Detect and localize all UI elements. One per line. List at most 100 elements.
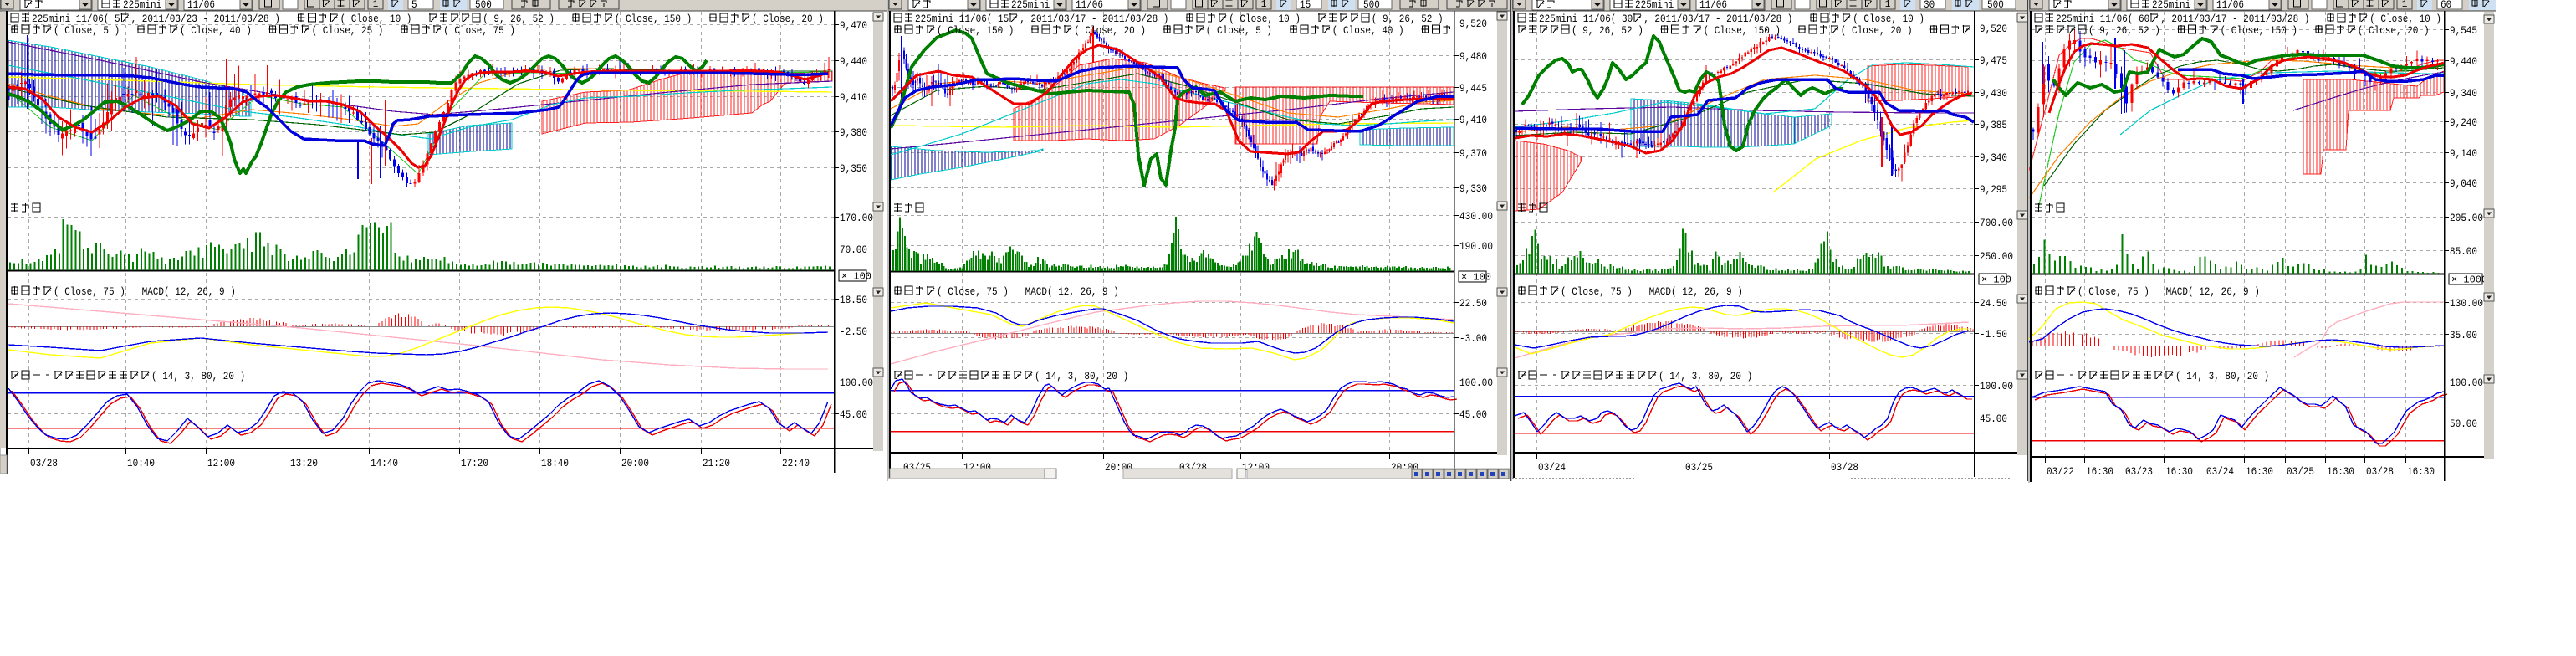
svg-text:( Close, 40 ): ( Close, 40 ) <box>180 24 268 37</box>
svg-text:( Close, 150 ): ( Close, 150 ) <box>937 24 1030 37</box>
svg-text:9,440: 9,440 <box>840 55 867 68</box>
svg-text:225mini 11/06( 15: 225mini 11/06( 15 <box>915 13 1009 25</box>
svg-text:03/22: 03/22 <box>2047 465 2074 478</box>
svg-text:9,475: 9,475 <box>1980 54 2007 67</box>
svg-text:700.00: 700.00 <box>1980 217 2013 229</box>
svg-text:5: 5 <box>411 0 417 11</box>
svg-text:9,340: 9,340 <box>2450 87 2477 100</box>
svg-text:( Close, 25 ): ( Close, 25 ) <box>312 24 401 37</box>
svg-text:24.50: 24.50 <box>1980 297 2007 310</box>
svg-text:170.00: 170.00 <box>840 212 873 224</box>
svg-text:18:40: 18:40 <box>541 457 569 469</box>
svg-text:9,380: 9,380 <box>840 126 867 139</box>
svg-text:( 14, 3, 80, 20 ): ( 14, 3, 80, 20 ) <box>1659 370 1752 382</box>
svg-text:9,520: 9,520 <box>1459 18 1487 30</box>
svg-text:( Close, 75 ) MACD( 12, 26,: ( Close, 75 ) MACD( 12, 26, 9 ) <box>1561 285 1743 298</box>
svg-text:11/06: 11/06 <box>187 0 215 11</box>
svg-text:9,140: 9,140 <box>2450 147 2477 160</box>
svg-text:( Close, 75 ) MACD( 12, 26,: ( Close, 75 ) MACD( 12, 26, 9 ) <box>2078 285 2260 298</box>
svg-text:9,470: 9,470 <box>840 19 867 32</box>
svg-text:, 2011/03/17 - 2011/03/28 ): , 2011/03/17 - 2011/03/28 ) <box>1643 13 1809 25</box>
svg-text:18.50: 18.50 <box>840 294 867 306</box>
svg-text:9,445: 9,445 <box>1459 82 1487 95</box>
svg-text:225mini 11/06( 30: 225mini 11/06( 30 <box>1539 13 1633 25</box>
svg-text:03/25: 03/25 <box>2287 465 2314 478</box>
svg-text:-3.00: -3.00 <box>1459 332 1487 345</box>
svg-text:100.00: 100.00 <box>840 377 873 389</box>
svg-text:( Close, 20 ): ( Close, 20 ) <box>2358 24 2446 37</box>
svg-text:( Close, 20 ): ( Close, 20 ) <box>1074 24 1163 37</box>
svg-text:03/28: 03/28 <box>2366 465 2394 478</box>
svg-text:( 9, 26, 52 ): ( 9, 26, 52 ) <box>483 13 571 25</box>
svg-text:45.00: 45.00 <box>840 408 867 421</box>
svg-text:225mini: 225mini <box>2152 0 2190 11</box>
svg-text:225mini 11/06( 5: 225mini 11/06( 5 <box>32 13 120 25</box>
svg-text:( Close, 10 ): ( Close, 10 ) <box>1229 13 1317 25</box>
svg-text:16:30: 16:30 <box>2246 465 2273 478</box>
svg-text:( Close, 150 ): ( Close, 150 ) <box>2221 24 2314 37</box>
svg-text:16:30: 16:30 <box>2327 465 2354 478</box>
svg-text:9,410: 9,410 <box>1459 114 1487 126</box>
svg-text:60: 60 <box>2441 0 2451 11</box>
svg-text:( Close, 5 ): ( Close, 5 ) <box>54 24 136 37</box>
svg-text:430.00: 430.00 <box>1459 210 1493 223</box>
svg-text:× 100: × 100 <box>1461 272 1491 284</box>
svg-text:35.00: 35.00 <box>2450 329 2477 341</box>
svg-text:( Close, 5 ): ( Close, 5 ) <box>1206 24 1289 37</box>
svg-text:( 14, 3, 80, 20 ): ( 14, 3, 80, 20 ) <box>151 370 245 382</box>
svg-text:11/06: 11/06 <box>1076 0 1103 11</box>
svg-text:12:00: 12:00 <box>207 457 235 469</box>
svg-text:1: 1 <box>1261 0 1267 10</box>
svg-text:( Close, 20 ): ( Close, 20 ) <box>1841 24 1929 37</box>
svg-text:190.00: 190.00 <box>1459 240 1493 253</box>
svg-text:21:20: 21:20 <box>703 457 730 469</box>
svg-text:× 100: × 100 <box>841 271 871 283</box>
svg-text:1: 1 <box>373 0 379 10</box>
svg-text:( 9, 26, 52 ): ( 9, 26, 52 ) <box>1372 13 1444 25</box>
svg-text:11/06: 11/06 <box>1699 0 1727 11</box>
svg-text:45.00: 45.00 <box>1980 413 2007 425</box>
svg-text:-2.50: -2.50 <box>840 325 867 338</box>
svg-text:9,545: 9,545 <box>2450 24 2477 37</box>
svg-text:225mini 11/06( 60: 225mini 11/06( 60 <box>2056 13 2149 25</box>
svg-text:100.00: 100.00 <box>1459 377 1493 389</box>
svg-text:, 2011/03/23 - 2011/03/28 ): , 2011/03/23 - 2011/03/28 ) <box>131 13 297 25</box>
svg-text:( 9, 26, 52 ): ( 9, 26, 52 ) <box>2088 24 2177 37</box>
svg-text:30: 30 <box>1924 0 1935 11</box>
svg-text:225mini: 225mini <box>1011 0 1050 11</box>
svg-text:( Close, 10 ): ( Close, 10 ) <box>340 13 429 25</box>
svg-text:03/28: 03/28 <box>1831 461 1858 474</box>
svg-text:9,295: 9,295 <box>1980 183 2007 196</box>
svg-text:( 14, 3, 80, 20 ): ( 14, 3, 80, 20 ) <box>2175 370 2269 382</box>
svg-text:( Close, 75 ): ( Close, 75 ) <box>443 24 515 37</box>
svg-text:22:40: 22:40 <box>782 457 810 469</box>
svg-text:100.00: 100.00 <box>2450 377 2483 389</box>
svg-text:9,410: 9,410 <box>840 91 867 104</box>
svg-text:17:20: 17:20 <box>461 457 488 469</box>
svg-text:( Close, 40 ): ( Close, 40 ) <box>1332 24 1421 37</box>
svg-text:225mini: 225mini <box>1635 0 1674 11</box>
svg-text:100.00: 100.00 <box>1980 380 2013 392</box>
svg-text:03/24: 03/24 <box>2206 465 2234 478</box>
svg-text:( Close, 75 ) MACD( 12, 26,: ( Close, 75 ) MACD( 12, 26, 9 ) <box>937 285 1119 298</box>
svg-text:-1.50: -1.50 <box>1980 328 2007 341</box>
svg-text:16:30: 16:30 <box>2165 465 2193 478</box>
svg-text:9,430: 9,430 <box>1980 87 2007 100</box>
svg-text:1: 1 <box>1885 0 1891 10</box>
svg-text:11/06: 11/06 <box>2216 0 2244 11</box>
svg-text:× 100: × 100 <box>1981 274 2011 286</box>
svg-text:03/25: 03/25 <box>1685 461 1713 474</box>
svg-text:15: 15 <box>1300 0 1311 11</box>
svg-text:9,040: 9,040 <box>2450 177 2477 190</box>
svg-text:9,330: 9,330 <box>1459 182 1487 195</box>
svg-text:, 2011/03/17 - 2011/03/28 ): , 2011/03/17 - 2011/03/28 ) <box>1020 13 1185 25</box>
svg-text:500: 500 <box>1987 0 2004 11</box>
svg-text:50.00: 50.00 <box>2450 418 2477 430</box>
svg-text:9,520: 9,520 <box>1980 23 2007 35</box>
svg-text:16:30: 16:30 <box>2407 465 2435 478</box>
svg-text:16:30: 16:30 <box>2086 465 2113 478</box>
svg-text:( Close, 10 ): ( Close, 10 ) <box>2369 13 2441 25</box>
svg-text:( Close, 150 ): ( Close, 150 ) <box>1704 24 1797 37</box>
svg-text:03/23: 03/23 <box>2125 465 2153 478</box>
svg-text:85.00: 85.00 <box>2450 245 2477 258</box>
